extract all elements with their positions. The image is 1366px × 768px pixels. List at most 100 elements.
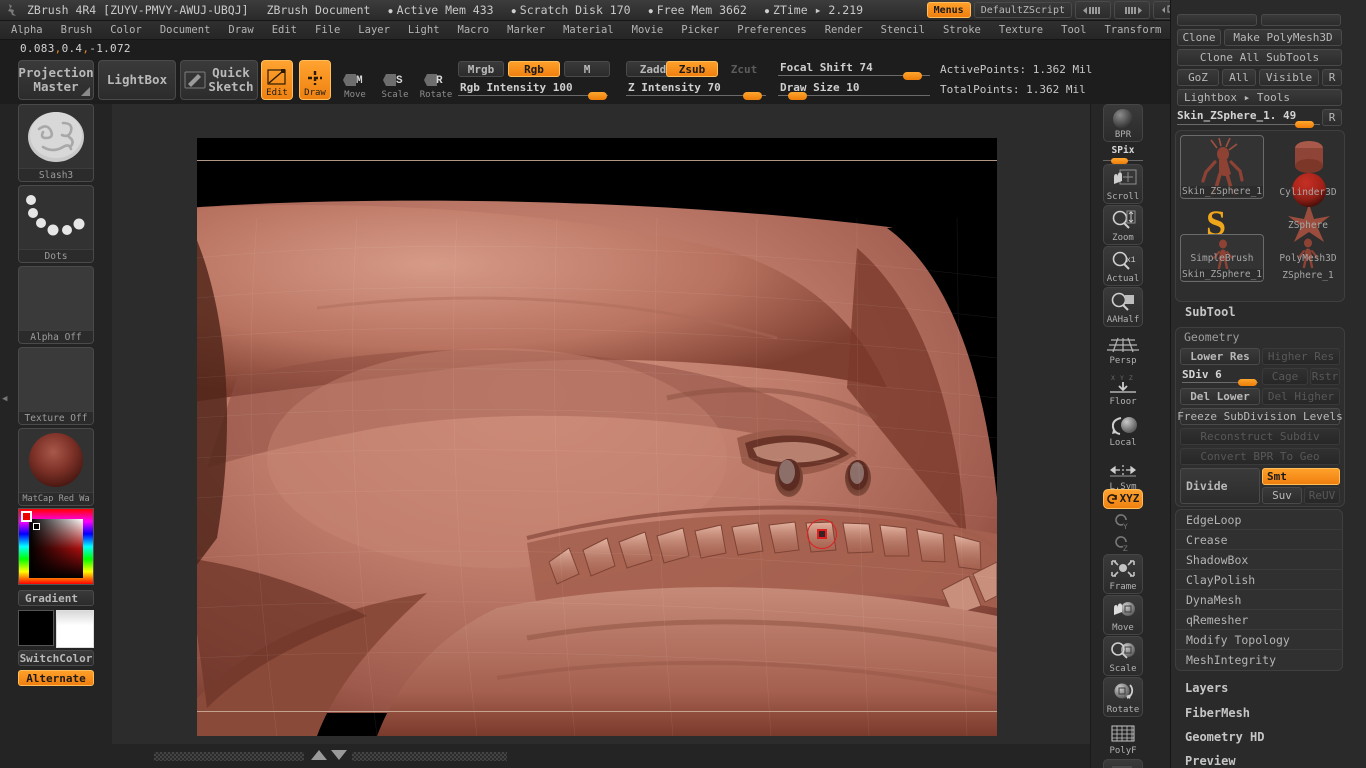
spix-slider[interactable]: SPix xyxy=(1103,145,1143,164)
menu-item-draw[interactable]: Draw xyxy=(220,22,261,38)
del-higher-button[interactable]: Del Higher xyxy=(1262,388,1340,405)
menu-item-preferences[interactable]: Preferences xyxy=(729,22,815,38)
quick-sketch-button[interactable]: Quick Sketch xyxy=(180,60,258,100)
xyz-symmetry-button[interactable]: XYZ xyxy=(1103,489,1143,509)
subtool-palette-header[interactable]: SubTool xyxy=(1185,305,1236,319)
palette-geometry-hd[interactable]: Geometry HD xyxy=(1185,730,1264,744)
menu-item-render[interactable]: Render xyxy=(817,22,871,38)
geo-item-edgeloop[interactable]: EdgeLoop xyxy=(1176,510,1342,530)
geo-item-meshintegrity[interactable]: MeshIntegrity xyxy=(1176,650,1342,670)
mrgb-toggle[interactable]: Mrgb xyxy=(458,61,504,77)
clone-all-subtools-button[interactable]: Clone All SubTools xyxy=(1177,49,1342,66)
nav-move-button[interactable]: Move xyxy=(1103,595,1143,635)
actual-button[interactable]: x1 Actual xyxy=(1103,246,1143,286)
alternate-button[interactable]: Alternate xyxy=(18,670,94,686)
convert-bpr-button[interactable]: Convert BPR To Geo xyxy=(1180,448,1340,465)
sdiv-slider[interactable]: SDiv 6 xyxy=(1182,368,1258,386)
geo-item-shadowbox[interactable]: ShadowBox xyxy=(1176,550,1342,570)
shelf-collapse-left-icon[interactable]: ◀ xyxy=(2,394,7,404)
palette-fibermesh[interactable]: FiberMesh xyxy=(1185,706,1250,720)
del-lower-button[interactable]: Del Lower xyxy=(1180,388,1260,405)
geo-item-claypolish[interactable]: ClayPolish xyxy=(1176,570,1342,590)
z-intensity-slider[interactable]: Z Intensity 70 xyxy=(626,81,766,100)
tool-thumb-skin-zsphere-1[interactable]: Skin_ZSphere_1 xyxy=(1180,135,1264,199)
menu-item-tool[interactable]: Tool xyxy=(1053,22,1094,38)
menu-item-light[interactable]: Light xyxy=(400,22,448,38)
menu-item-layer[interactable]: Layer xyxy=(350,22,398,38)
primary-color-swatch[interactable] xyxy=(18,610,54,646)
tool-thumb-zsphere[interactable]: ZSphere xyxy=(1266,168,1350,232)
move-button[interactable]: M Move xyxy=(338,60,372,100)
menu-item-stroke[interactable]: Stroke xyxy=(935,22,989,38)
projection-master-button[interactable]: Projection Master xyxy=(18,60,94,100)
material-swatch[interactable]: MatCap Red Wa xyxy=(18,428,94,506)
all-button[interactable]: All xyxy=(1222,69,1256,86)
texture-swatch[interactable]: Texture Off xyxy=(18,347,94,425)
scroll-arrows[interactable] xyxy=(310,748,348,762)
geometry-header[interactable]: Geometry xyxy=(1184,330,1239,344)
color-picker[interactable] xyxy=(18,508,94,585)
make-polymesh3d-button[interactable]: Make PolyMesh3D xyxy=(1224,29,1342,46)
menu-item-texture[interactable]: Texture xyxy=(991,22,1051,38)
goz-button[interactable]: GoZ xyxy=(1177,69,1219,86)
menu-item-macro[interactable]: Macro xyxy=(450,22,498,38)
menu-item-color[interactable]: Color xyxy=(102,22,150,38)
menu-item-alpha[interactable]: Alpha xyxy=(3,22,51,38)
partial-button-left[interactable] xyxy=(1177,14,1257,26)
goz-r-button[interactable]: R xyxy=(1322,69,1342,86)
lightbox-button[interactable]: LightBox xyxy=(98,60,176,100)
smt-toggle[interactable]: Smt xyxy=(1262,468,1340,485)
scroll-track-right[interactable] xyxy=(352,752,507,761)
geo-item-dynamesh[interactable]: DynaMesh xyxy=(1176,590,1342,610)
canvas-area[interactable] xyxy=(112,104,1090,744)
next-tray-button[interactable] xyxy=(1114,1,1150,19)
aahalf-button[interactable]: AAHalf xyxy=(1103,287,1143,327)
cage-button[interactable]: Cage xyxy=(1262,368,1308,385)
geo-item-modify-topology[interactable]: Modify Topology xyxy=(1176,630,1342,650)
stroke-swatch[interactable]: Dots xyxy=(18,185,94,263)
zcut-toggle[interactable]: Zcut xyxy=(722,61,766,77)
partial-button-right[interactable] xyxy=(1261,14,1341,26)
menu-item-movie[interactable]: Movie xyxy=(624,22,672,38)
visible-button[interactable]: Visible xyxy=(1259,69,1319,86)
focal-shift-slider[interactable]: Focal Shift 74 xyxy=(778,61,930,80)
zoom-button[interactable]: Zoom xyxy=(1103,205,1143,245)
frame-button[interactable]: Frame xyxy=(1103,554,1143,594)
z-symmetry-button[interactable]: Z xyxy=(1111,534,1133,554)
y-symmetry-button[interactable]: Y xyxy=(1111,512,1133,532)
lower-res-button[interactable]: Lower Res xyxy=(1180,348,1260,365)
draw-size-slider[interactable]: Draw Size 10 xyxy=(778,81,930,100)
suv-toggle[interactable]: Suv xyxy=(1262,487,1302,504)
menu-item-marker[interactable]: Marker xyxy=(499,22,553,38)
prev-tray-button[interactable] xyxy=(1075,1,1111,19)
divide-button[interactable]: Divide xyxy=(1180,468,1260,504)
polyframe-button[interactable]: PolyF xyxy=(1103,718,1143,758)
reconstruct-subdiv-button[interactable]: Reconstruct Subdiv xyxy=(1180,428,1340,445)
alpha-swatch[interactable]: Alpha Off xyxy=(18,266,94,344)
reuv-toggle[interactable]: ReUV xyxy=(1304,487,1340,504)
floor-button[interactable]: X Y Z Floor xyxy=(1103,369,1143,409)
menu-item-transform[interactable]: Transform xyxy=(1096,22,1169,38)
scroll-track-left[interactable] xyxy=(154,752,304,761)
bpr-button[interactable]: BPR xyxy=(1103,104,1143,142)
gradient-button[interactable]: Gradient xyxy=(18,590,94,606)
lightbox-tools-button[interactable]: Lightbox ▸ Tools xyxy=(1177,89,1342,106)
lsym-button[interactable]: L.Sym xyxy=(1103,454,1143,494)
nav-scale-button[interactable]: Scale xyxy=(1103,636,1143,676)
secondary-color-swatch[interactable] xyxy=(56,610,94,648)
menu-item-file[interactable]: File xyxy=(307,22,348,38)
document-canvas[interactable] xyxy=(197,138,997,736)
nav-rotate-button[interactable]: Rotate xyxy=(1103,677,1143,717)
palette-preview[interactable]: Preview xyxy=(1185,754,1236,768)
tool-r-button[interactable]: R xyxy=(1322,109,1342,126)
scroll-button[interactable]: Scroll xyxy=(1103,164,1143,204)
menu-item-stencil[interactable]: Stencil xyxy=(873,22,933,38)
brush-swatch[interactable]: Slash3 xyxy=(18,104,94,182)
rotate-button[interactable]: R Rotate xyxy=(419,60,453,100)
zscript-button[interactable]: DefaultZScript xyxy=(973,2,1072,18)
palette-layers[interactable]: Layers xyxy=(1185,681,1228,695)
menu-item-picker[interactable]: Picker xyxy=(673,22,727,38)
edit-button[interactable]: Edit xyxy=(261,60,293,100)
draw-button[interactable]: Draw xyxy=(299,60,331,100)
menu-item-edit[interactable]: Edit xyxy=(264,22,305,38)
